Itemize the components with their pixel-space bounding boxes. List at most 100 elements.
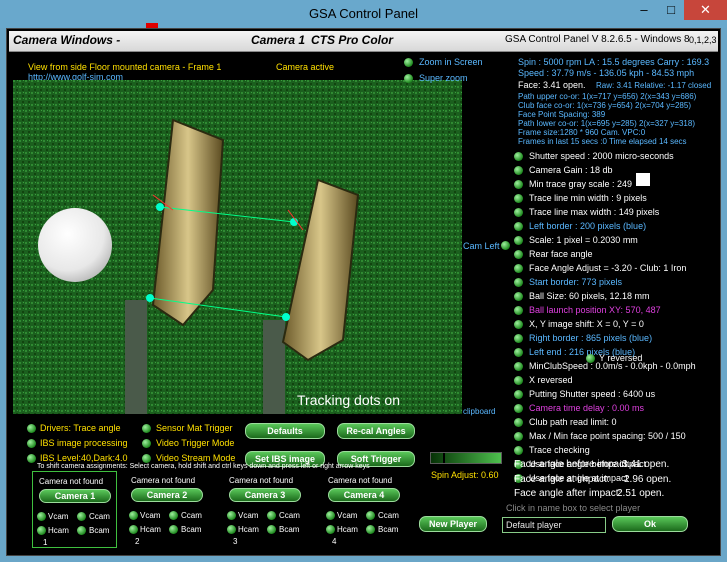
bcam-radio[interactable]	[366, 525, 375, 534]
setting-label: Scale: 1 pixel = 0.2030 mm	[529, 235, 638, 245]
super-zoom-label: Super zoom	[419, 73, 468, 83]
setting-radio[interactable]	[514, 222, 523, 231]
setting-label: Ball Size: 60 pixels, 12.18 mm	[529, 291, 650, 301]
setting-radio[interactable]	[514, 334, 523, 343]
bcam-label: Bcam	[181, 525, 202, 534]
face-before-label: Face angle before impact:	[514, 459, 630, 470]
setting-radio[interactable]	[514, 418, 523, 427]
ok-button[interactable]: Ok	[612, 516, 688, 532]
hcam-radio[interactable]	[37, 526, 46, 535]
bcam-radio[interactable]	[77, 526, 86, 535]
ccam-radio[interactable]	[267, 511, 276, 520]
bcam-label: Bcam	[279, 525, 300, 534]
setting-radio[interactable]	[514, 292, 523, 301]
setting-label: Shutter speed : 2000 micro-seconds	[529, 151, 674, 161]
setting-radio[interactable]	[514, 362, 523, 371]
ibs-level-radio[interactable]	[27, 454, 36, 463]
bcam-radio[interactable]	[267, 525, 276, 534]
setting-radio[interactable]	[514, 152, 523, 161]
setting-label: Min trace gray scale : 249	[529, 179, 633, 189]
setting-label: Start border: 773 pixels	[529, 277, 623, 287]
minimize-button[interactable]: –	[629, 0, 659, 20]
clipboard-link[interactable]: clipboard	[463, 407, 495, 416]
drivers-trace-radio[interactable]	[27, 424, 36, 433]
vcam-label: Vcam	[238, 511, 259, 520]
ibs-processing-radio[interactable]	[27, 439, 36, 448]
camera-select-button[interactable]: Camera 3	[229, 488, 301, 502]
camera-number: 2	[135, 537, 140, 546]
setting-radio[interactable]	[514, 236, 523, 245]
setting-label: Trace line max width : 149 pixels	[529, 207, 660, 217]
ibs-processing-label: IBS image processing	[40, 438, 128, 448]
assignment-note: To shift camera assignments: Select came…	[37, 463, 370, 470]
sensor-mat-radio[interactable]	[142, 424, 151, 433]
camera-view[interactable]: Tracking dots on	[13, 80, 462, 414]
camera-select-button[interactable]: Camera 4	[328, 488, 400, 502]
setting-radio[interactable]	[514, 320, 523, 329]
new-player-button[interactable]: New Player	[419, 516, 487, 532]
setting-radio[interactable]	[514, 404, 523, 413]
vcam-radio[interactable]	[129, 511, 138, 520]
setting-radio[interactable]	[514, 390, 523, 399]
window-title: GSA Control Panel	[308, 6, 419, 21]
hcam-radio[interactable]	[326, 525, 335, 534]
camera-select-button[interactable]: Camera 2	[131, 488, 203, 502]
setting-radio[interactable]	[514, 432, 523, 441]
player-name-input[interactable]: Default player	[502, 517, 606, 533]
recal-angles-button[interactable]: Re-cal Angles	[337, 423, 415, 439]
setting-label: Rear face angle	[529, 249, 593, 259]
camera-select-button[interactable]: Camera 1	[39, 489, 111, 503]
zoom-radio[interactable]	[404, 58, 413, 67]
setting-label: Face Angle Adjust = -3.20 - Club: 1 Iron	[529, 263, 687, 273]
ccam-radio[interactable]	[77, 512, 86, 521]
bcam-radio[interactable]	[169, 525, 178, 534]
detail-3: Face Point Spacing: 389	[518, 110, 606, 119]
super-zoom-radio[interactable]	[404, 74, 413, 83]
hcam-radio[interactable]	[129, 525, 138, 534]
hcam-label: Hcam	[238, 525, 259, 534]
spin-adjust-handle[interactable]	[443, 453, 445, 463]
player-hint: Click in name box to select player	[506, 503, 641, 513]
vcam-label: Vcam	[337, 511, 358, 520]
ccam-radio[interactable]	[366, 511, 375, 520]
ccam-radio[interactable]	[169, 511, 178, 520]
defaults-button[interactable]: Defaults	[245, 423, 325, 439]
ccam-label: Ccam	[279, 511, 300, 520]
camera-group: Camera not found Camera 4 Vcam Ccam Hcam Bcam…	[322, 471, 415, 547]
detail-2: Club face co-or: 1(x=736 y=654) 2(x=704 …	[518, 101, 691, 110]
y-reversed-radio[interactable]	[586, 354, 595, 363]
setting-radio[interactable]	[514, 194, 523, 203]
vcam-radio[interactable]	[326, 511, 335, 520]
setting-radio[interactable]	[514, 446, 523, 455]
version-label: GSA Control Panel V 8.2.6.5 - Windows 8	[505, 34, 690, 45]
camera-status: Camera not found	[328, 476, 393, 485]
setting-label: Left border : 200 pixels (blue)	[529, 221, 647, 231]
setting-radio[interactable]	[514, 180, 523, 189]
vcam-radio[interactable]	[37, 512, 46, 521]
setting-radio[interactable]	[514, 306, 523, 315]
face-at-value: 2.96 open.	[624, 474, 672, 485]
setting-radio[interactable]	[514, 250, 523, 259]
video-stream-radio[interactable]	[142, 454, 151, 463]
setting-radio[interactable]	[514, 376, 523, 385]
stats-raw: Raw: 3.41 Relative: -1.17 closed	[596, 81, 712, 90]
camera-status: Camera not found	[229, 476, 294, 485]
maximize-button[interactable]: □	[659, 0, 683, 20]
gray-scale-swatch	[636, 173, 650, 186]
cam-left-radio[interactable]	[501, 241, 510, 250]
spin-adjust-slider[interactable]	[430, 452, 502, 464]
close-button[interactable]: ✕	[684, 0, 727, 20]
panel-header: Camera Windows - Camera 1 CTS Pro Color …	[9, 31, 718, 52]
setting-radio[interactable]	[514, 264, 523, 273]
setting-radio[interactable]	[514, 166, 523, 175]
camera-status: Camera active	[276, 62, 335, 72]
setting-radio[interactable]	[514, 278, 523, 287]
camera-number: 1	[43, 538, 48, 547]
setting-label: Club path read limit: 0	[529, 417, 617, 427]
setting-radio[interactable]	[514, 348, 523, 357]
vcam-radio[interactable]	[227, 511, 236, 520]
setting-radio[interactable]	[514, 208, 523, 217]
camera-image	[13, 80, 462, 414]
hcam-radio[interactable]	[227, 525, 236, 534]
video-trigger-radio[interactable]	[142, 439, 151, 448]
